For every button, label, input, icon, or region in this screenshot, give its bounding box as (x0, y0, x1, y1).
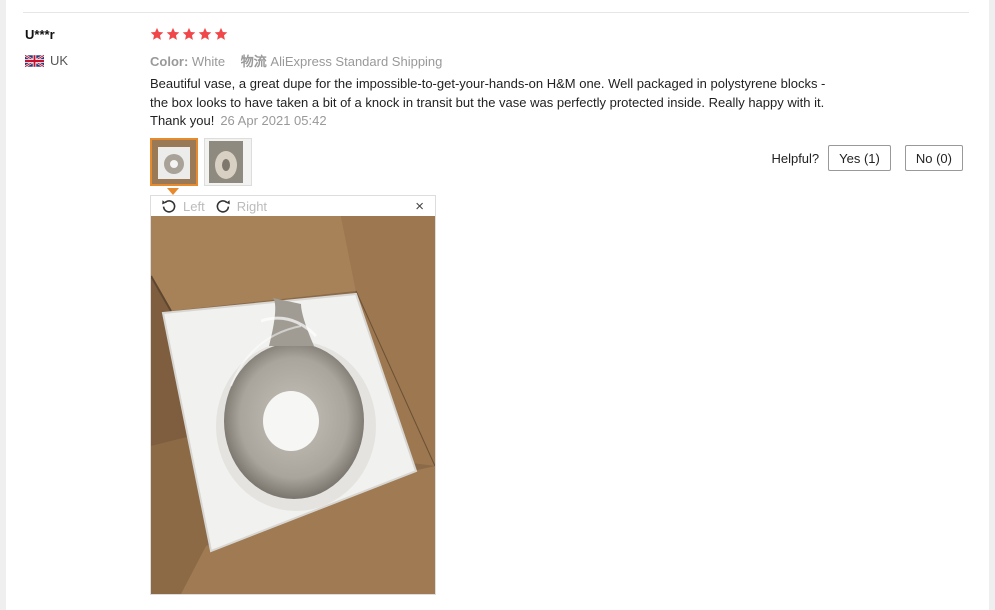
selected-thumbnail-pointer (167, 188, 179, 195)
rotate-right-icon (216, 200, 230, 213)
photo-thumbnail-2[interactable] (204, 138, 252, 186)
rotate-left-icon (162, 200, 176, 213)
rotate-left-label: Left (183, 198, 205, 214)
photo-viewer: Left Right × (150, 195, 436, 595)
helpful-yes-button[interactable]: Yes (1) (828, 145, 891, 171)
color-label: Color: (150, 54, 189, 69)
viewer-toolbar: Left Right × (151, 196, 435, 216)
boxed-vase-photo (151, 216, 435, 594)
review-photo-large (151, 216, 435, 594)
review-line: Beautiful vase, a great dupe for the imp… (150, 76, 826, 91)
boxed-vase-thumbnail (152, 140, 196, 184)
rotate-right-button[interactable]: Right (215, 198, 267, 214)
star-icon (198, 27, 212, 40)
rotate-right-label: Right (236, 198, 268, 214)
vase-thumbnail (205, 139, 251, 185)
order-info: Color: White 物流 AliExpress Standard Ship… (150, 51, 442, 70)
helpful-no-button[interactable]: No (0) (904, 145, 963, 171)
review-photo-thumbnails (150, 138, 252, 186)
review-line-last: Thank you! 26 Apr 2021 05:42 (150, 112, 870, 131)
star-icon (150, 27, 164, 40)
reviewer-country: UK (25, 53, 68, 68)
review-divider (23, 12, 969, 13)
helpful-voting: Helpful? Yes (1) No (0) (771, 145, 963, 171)
review-date: 26 Apr 2021 05:42 (220, 113, 327, 128)
star-icon (214, 27, 228, 40)
shipping-label: 物流 (240, 54, 267, 69)
rotate-left-button[interactable]: Left (161, 198, 205, 214)
photo-thumbnail-1[interactable] (150, 138, 198, 186)
shipping-value: AliExpress Standard Shipping (270, 54, 443, 69)
review-text: Beautiful vase, a great dupe for the imp… (150, 75, 870, 131)
star-icon (182, 27, 196, 40)
page-right-border (989, 0, 995, 610)
reviewer-name: U***r (25, 27, 55, 42)
helpful-label: Helpful? (771, 150, 820, 166)
color-value: White (191, 54, 226, 69)
star-rating (150, 27, 228, 41)
star-icon (166, 27, 180, 40)
uk-flag-icon (25, 54, 44, 67)
review-line: Thank you! (150, 113, 215, 128)
close-icon[interactable]: × (415, 198, 424, 215)
review-line: the box looks to have taken a bit of a k… (150, 94, 825, 110)
country-label: UK (50, 53, 69, 68)
page-left-border (0, 0, 6, 610)
